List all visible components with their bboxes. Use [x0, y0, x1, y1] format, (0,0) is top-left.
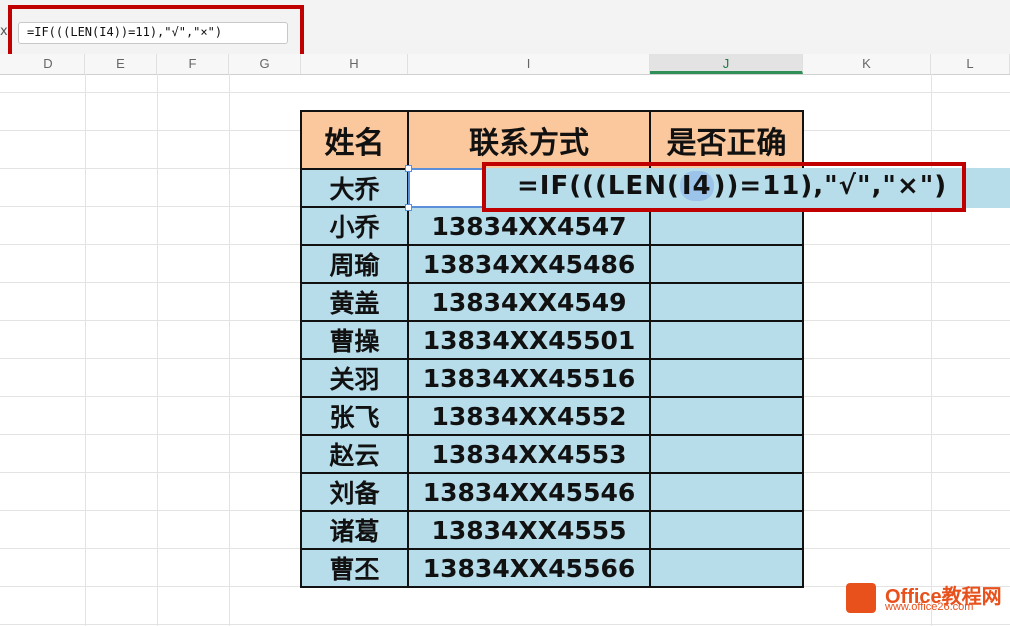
cell-check[interactable] [651, 512, 804, 550]
cell-name[interactable]: 诸葛 [302, 512, 409, 550]
cell-name[interactable]: 小乔 [302, 208, 409, 246]
cell-phone[interactable]: 13834XX4555 [409, 512, 651, 550]
grid-line [85, 74, 86, 626]
selection-handle[interactable] [405, 165, 412, 172]
cell-phone[interactable]: 13834XX4552 [409, 398, 651, 436]
column-header-l[interactable]: L [931, 54, 1010, 74]
column-header-d[interactable]: D [12, 54, 85, 74]
grid-line [931, 74, 932, 626]
column-header-j[interactable]: J [650, 54, 803, 74]
cell-phone[interactable]: 13834XX45566 [409, 550, 651, 588]
cell-check[interactable] [651, 208, 804, 246]
column-header-i[interactable]: I [408, 54, 650, 74]
cell-name[interactable]: 关羽 [302, 360, 409, 398]
column-header-g[interactable]: G [229, 54, 301, 74]
column-header-f[interactable]: F [157, 54, 229, 74]
cell-check[interactable] [651, 474, 804, 512]
office-logo-icon [846, 583, 876, 613]
cell-check[interactable] [651, 436, 804, 474]
cell-check[interactable] [651, 550, 804, 588]
header-name[interactable]: 姓名 [302, 112, 409, 170]
cell-check[interactable] [651, 322, 804, 360]
cell-name[interactable]: 张飞 [302, 398, 409, 436]
cell-phone[interactable]: 13834XX45516 [409, 360, 651, 398]
fx-label: x [0, 24, 8, 39]
cell-name[interactable]: 曹操 [302, 322, 409, 360]
cell-phone[interactable]: 13834XX45546 [409, 474, 651, 512]
grid-line [0, 92, 1010, 93]
column-header-k[interactable]: K [803, 54, 931, 74]
cell-name[interactable]: 黄盖 [302, 284, 409, 322]
cell-phone[interactable]: 13834XX45501 [409, 322, 651, 360]
cell-name[interactable]: 大乔 [302, 170, 409, 208]
cell-name[interactable]: 刘备 [302, 474, 409, 512]
cell-name[interactable]: 周瑜 [302, 246, 409, 284]
cell-phone[interactable]: 13834XX45486 [409, 246, 651, 284]
watermark-url: www.office26.com [885, 601, 974, 613]
column-header-e[interactable]: E [85, 54, 157, 74]
cell-check[interactable] [651, 246, 804, 284]
cell-check[interactable] [651, 360, 804, 398]
cell-check[interactable] [651, 284, 804, 322]
column-header-h[interactable]: H [301, 54, 408, 74]
grid-line [157, 74, 158, 626]
cell-check[interactable] [651, 398, 804, 436]
selection-handle[interactable] [405, 204, 412, 211]
cell-name[interactable]: 曹丕 [302, 550, 409, 588]
cell-name[interactable]: 赵云 [302, 436, 409, 474]
cell-phone[interactable]: 13834XX4549 [409, 284, 651, 322]
cell-formula-highlight [482, 162, 966, 212]
grid-line [229, 74, 230, 626]
grid-line [0, 624, 1010, 625]
cell-phone[interactable]: 13834XX4553 [409, 436, 651, 474]
cell-phone[interactable]: 13834XX4547 [409, 208, 651, 246]
